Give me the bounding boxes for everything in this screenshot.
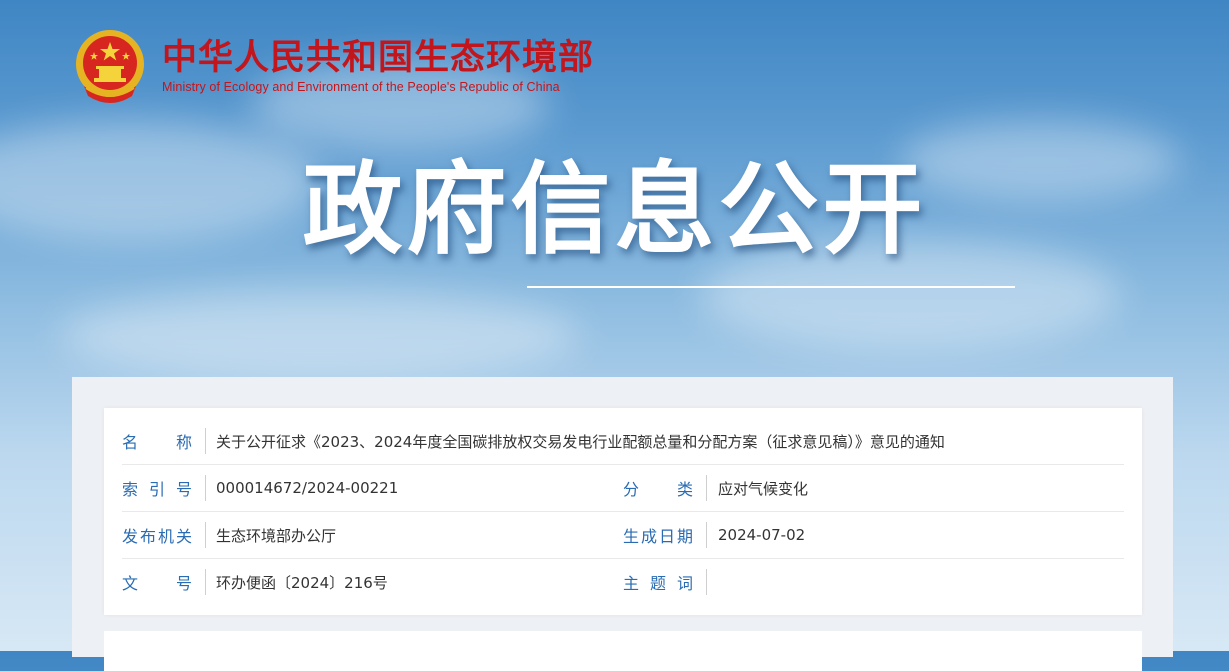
info-row-doc-no: 文号 环办便函〔2024〕216号 主题词 [122, 559, 1124, 605]
banner-title: 政府信息公开 [302, 151, 927, 268]
info-row-name: 名称 关于公开征求《2023、2024年度全国碳排放权交易发电行业配额总量和分配… [122, 418, 1124, 465]
keywords-label: 主题词 [623, 574, 693, 593]
doc-no-value: 环办便函〔2024〕216号 [216, 573, 388, 592]
site-header: 中华人民共和国生态环境部 Ministry of Ecology and Env… [72, 26, 594, 106]
issuer-label: 发布机关 [122, 527, 192, 546]
national-emblem-icon[interactable] [72, 26, 148, 106]
info-row-issuer: 发布机关 生态环境部办公厅 生成日期 2024-07-02 [122, 512, 1124, 559]
category-value: 应对气候变化 [718, 479, 809, 498]
document-body-panel [104, 631, 1142, 671]
content-area: 名称 关于公开征求《2023、2024年度全国碳排放权交易发电行业配额总量和分配… [72, 377, 1173, 671]
date-label: 生成日期 [623, 527, 693, 546]
name-label: 名称 [122, 433, 192, 452]
document-info-panel: 名称 关于公开征求《2023、2024年度全国碳排放权交易发电行业配额总量和分配… [104, 408, 1142, 615]
issuer-value: 生态环境部办公厅 [216, 526, 337, 545]
site-name-en[interactable]: Ministry of Ecology and Environment of t… [162, 80, 594, 94]
site-name-cn[interactable]: 中华人民共和国生态环境部 [162, 38, 594, 78]
info-row-index: 索引号 000014672/2024-00221 分类 应对气候变化 [122, 465, 1124, 512]
name-value: 关于公开征求《2023、2024年度全国碳排放权交易发电行业配额总量和分配方案（… [216, 432, 945, 451]
date-value: 2024-07-02 [718, 526, 806, 544]
category-label: 分类 [623, 480, 693, 499]
index-label: 索引号 [122, 480, 192, 499]
index-value: 000014672/2024-00221 [216, 479, 399, 497]
doc-no-label: 文号 [122, 574, 192, 593]
banner-underline [527, 286, 1015, 288]
